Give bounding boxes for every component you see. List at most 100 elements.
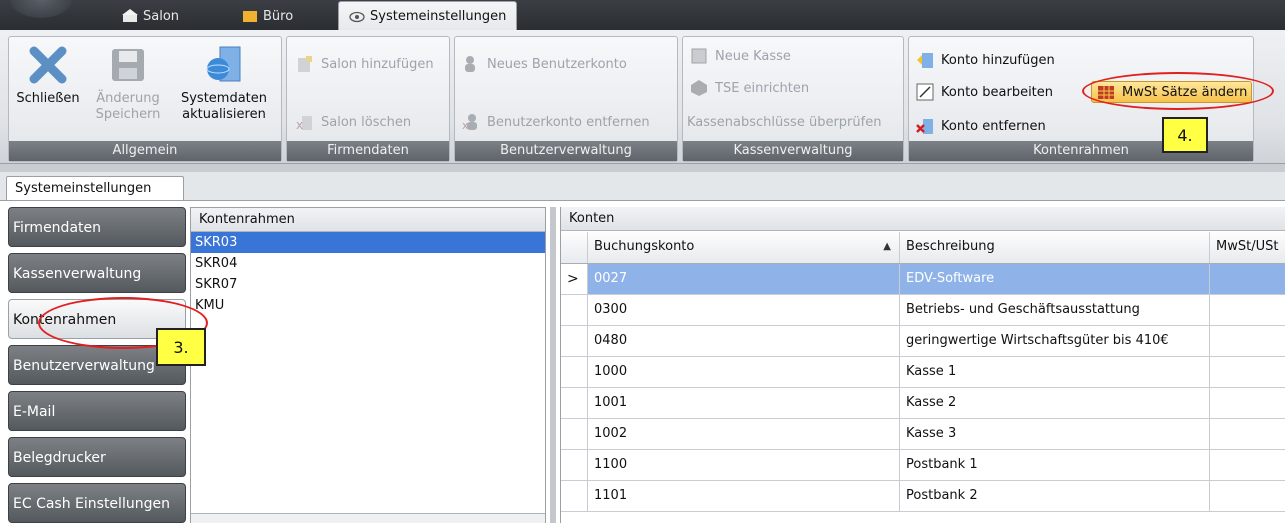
sort-ascending-icon: ▲ <box>883 241 891 252</box>
cell-buchungskonto[interactable]: 1001 <box>588 388 900 418</box>
table-row[interactable]: 0300 Betriebs- und Geschäftsausstattung <box>561 295 1285 326</box>
list-item-skr07[interactable]: SKR07 <box>191 274 545 295</box>
cell-beschreibung[interactable]: Betriebs- und Geschäftsausstattung <box>900 295 1210 325</box>
callout-step-4-text: 4. <box>1177 125 1193 145</box>
row-indicator <box>561 326 588 356</box>
register-icon <box>689 46 709 66</box>
save-button[interactable]: Änderung Speichern <box>91 43 165 123</box>
tse-icon <box>689 78 709 98</box>
row-indicator <box>561 481 588 511</box>
cell-buchungskonto[interactable]: 1000 <box>588 357 900 387</box>
nav-firmendaten[interactable]: Firmendaten <box>8 207 186 247</box>
column-header-buchungskonto-label: Buchungskonto <box>594 239 695 254</box>
new-user-account-label: Neues Benutzerkonto <box>487 56 627 72</box>
add-salon-button[interactable]: Salon hinzufügen <box>295 53 434 75</box>
group-kassenverwaltung: Neue Kasse TSE einrichten Kassenabschlüs… <box>682 36 904 162</box>
list-item-skr03[interactable]: SKR03 <box>191 232 545 253</box>
cell-beschreibung[interactable]: geringwertige Wirtschaftsgüter bis 410€ <box>900 326 1210 356</box>
svg-text:x: x <box>462 119 469 131</box>
cell-mwst[interactable] <box>1210 326 1285 356</box>
app-window: Salon Büro Systemeinstellungen Schließen <box>0 0 1285 523</box>
check-register-closures-button[interactable]: Kassenabschlüsse überprüfen <box>687 111 881 133</box>
cell-beschreibung[interactable]: Postbank 1 <box>900 450 1210 480</box>
cell-buchungskonto[interactable]: 0027 <box>588 264 900 294</box>
eye-settings-icon <box>349 10 365 24</box>
table-row[interactable]: >0027 EDV-Software <box>561 264 1285 295</box>
cell-mwst[interactable] <box>1210 450 1285 480</box>
tab-salon[interactable]: Salon <box>112 2 189 30</box>
add-salon-label: Salon hinzufügen <box>321 56 434 72</box>
kontenrahmen-list-header: Kontenrahmen <box>191 208 545 232</box>
remove-account-icon <box>915 116 935 136</box>
buero-icon <box>242 9 258 23</box>
document-tab-bar: Systemeinstellungen <box>0 172 1285 202</box>
cell-buchungskonto[interactable]: 1002 <box>588 419 900 449</box>
cell-buchungskonto[interactable]: 0300 <box>588 295 900 325</box>
tab-salon-label: Salon <box>143 8 180 24</box>
delete-salon-label: Salon löschen <box>321 114 412 130</box>
column-header-beschreibung[interactable]: Beschreibung <box>900 232 1210 263</box>
row-indicator <box>561 450 588 480</box>
cell-beschreibung[interactable]: Kasse 2 <box>900 388 1210 418</box>
globe-refresh-icon <box>202 43 246 87</box>
cell-beschreibung[interactable]: Postbank 2 <box>900 481 1210 511</box>
table-row[interactable]: 1002 Kasse 3 <box>561 419 1285 450</box>
table-row[interactable]: 0480 geringwertige Wirtschaftsgüter bis 4… <box>561 326 1285 357</box>
tab-buero[interactable]: Büro <box>232 2 303 30</box>
list-item-label: SKR03 <box>195 235 238 250</box>
cell-beschreibung[interactable]: EDV-Software <box>900 264 1210 294</box>
settings-content: Firmendaten Kassenverwaltung Kontenrahme… <box>0 200 1285 523</box>
cell-mwst[interactable] <box>1210 264 1285 294</box>
cell-mwst[interactable] <box>1210 481 1285 511</box>
grid-header-row: Buchungskonto ▲ Beschreibung MwSt/USt <box>561 232 1285 264</box>
app-menu-orb[interactable] <box>10 0 72 18</box>
column-header-beschreibung-label: Beschreibung <box>906 239 995 254</box>
cell-mwst[interactable] <box>1210 388 1285 418</box>
save-icon <box>106 43 150 87</box>
column-header-mwst[interactable]: MwSt/USt <box>1210 232 1285 263</box>
nav-kassenverwaltung-label: Kassenverwaltung <box>13 266 142 282</box>
column-header-buchungskonto[interactable]: Buchungskonto ▲ <box>588 232 900 263</box>
cell-beschreibung[interactable]: Kasse 1 <box>900 357 1210 387</box>
new-register-button[interactable]: Neue Kasse <box>689 45 791 67</box>
nav-firmendaten-label: Firmendaten <box>13 220 101 236</box>
add-account-button[interactable]: Konto hinzufügen <box>915 49 1055 71</box>
new-user-account-button[interactable]: Neues Benutzerkonto <box>461 53 627 75</box>
edit-account-button[interactable]: Konto bearbeiten <box>915 81 1053 103</box>
tab-systemeinstellungen-doc-label: Systemeinstellungen <box>15 181 152 196</box>
cell-buchungskonto[interactable]: 0480 <box>588 326 900 356</box>
nav-belegdrucker[interactable]: Belegdrucker <box>8 437 186 477</box>
cell-mwst[interactable] <box>1210 295 1285 325</box>
table-row[interactable]: 1001 Kasse 2 <box>561 388 1285 419</box>
nav-ec-cash[interactable]: EC Cash Einstellungen <box>8 483 186 523</box>
table-row[interactable]: 1101 Postbank 2 <box>561 481 1285 512</box>
cell-mwst[interactable] <box>1210 357 1285 387</box>
table-row[interactable]: 1000 Kasse 1 <box>561 357 1285 388</box>
close-button[interactable]: Schließen <box>13 43 83 107</box>
list-item-skr04[interactable]: SKR04 <box>191 253 545 274</box>
tab-systemeinstellungen-doc[interactable]: Systemeinstellungen <box>6 176 184 202</box>
cell-mwst[interactable] <box>1210 419 1285 449</box>
save-label-2: Speichern <box>95 107 161 122</box>
nav-kassenverwaltung[interactable]: Kassenverwaltung <box>8 253 186 293</box>
delete-salon-button[interactable]: x Salon löschen <box>295 111 411 133</box>
remove-user-account-button[interactable]: x Benutzerkonto entfernen <box>461 111 650 133</box>
cell-buchungskonto[interactable]: 1100 <box>588 450 900 480</box>
refresh-systemdata-button[interactable]: Systemdaten aktualisieren <box>169 43 279 123</box>
nav-email[interactable]: E-Mail <box>8 391 186 431</box>
list-item-kmu[interactable]: KMU <box>191 295 545 316</box>
remove-account-button[interactable]: Konto entfernen <box>915 115 1046 137</box>
tab-systemeinstellungen[interactable]: Systemeinstellungen <box>338 1 518 31</box>
cell-beschreibung[interactable]: Kasse 3 <box>900 419 1210 449</box>
ribbon: Schließen Änderung Speichern Systemdaten… <box>0 30 1285 164</box>
setup-tse-button[interactable]: TSE einrichten <box>689 77 809 99</box>
list-horizontal-scrollbar[interactable] <box>191 513 545 523</box>
row-indicator <box>561 419 588 449</box>
title-tab-strip: Salon Büro Systemeinstellungen <box>0 0 1285 31</box>
cell-buchungskonto[interactable]: 1101 <box>588 481 900 511</box>
add-salon-icon <box>295 54 315 74</box>
add-user-icon <box>461 54 481 74</box>
table-row[interactable]: 1100 Postbank 1 <box>561 450 1285 481</box>
panel-splitter[interactable] <box>550 207 556 523</box>
delete-salon-icon: x <box>295 112 315 132</box>
